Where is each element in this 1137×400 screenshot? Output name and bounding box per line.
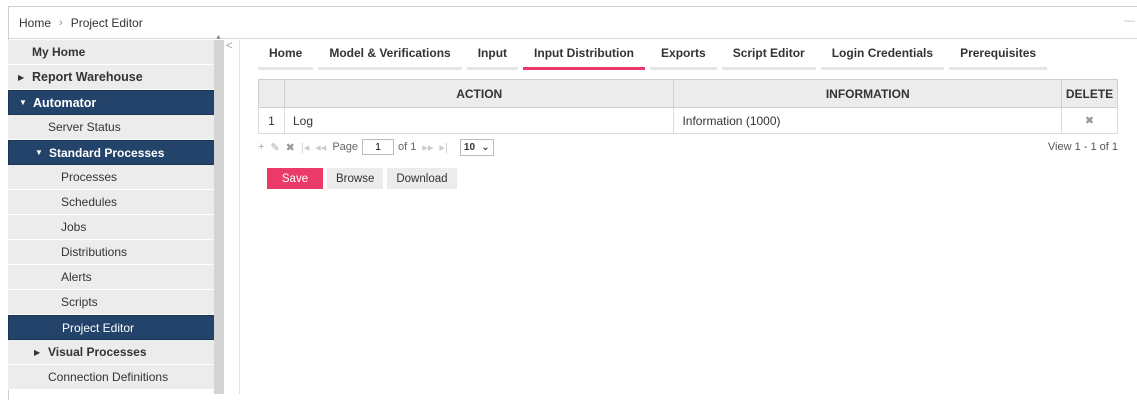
sidebar-item-alerts[interactable]: Alerts bbox=[8, 265, 215, 290]
sidebar-item-distributions[interactable]: Distributions bbox=[8, 240, 215, 265]
sidebar-item-processes[interactable]: Processes bbox=[8, 165, 215, 190]
sidebar-item-server-status[interactable]: Server Status bbox=[8, 115, 215, 140]
page-size-value: 10 bbox=[463, 141, 476, 153]
tab-login-credentials[interactable]: Login Credentials bbox=[820, 46, 945, 70]
sidebar-item-standard-processes[interactable]: ▼ Standard Processes bbox=[8, 140, 215, 165]
sidebar-item-label: Visual Processes bbox=[48, 345, 147, 359]
distribution-grid: ACTION INFORMATION DELETE 1 Log Informat… bbox=[258, 79, 1118, 134]
sidebar-item-schedules[interactable]: Schedules bbox=[8, 190, 215, 215]
tab-model-verifications[interactable]: Model & Verifications bbox=[318, 46, 462, 70]
sidebar-item-label: Project Editor bbox=[62, 320, 135, 335]
sidebar-item-jobs[interactable]: Jobs bbox=[8, 215, 215, 240]
sidebar-item-label: Schedules bbox=[61, 195, 118, 209]
breadcrumb-current: Project Editor bbox=[70, 15, 143, 30]
page-count-label: of 1 bbox=[398, 141, 417, 153]
row-number: 1 bbox=[258, 107, 285, 134]
cell-action[interactable]: Log bbox=[283, 107, 675, 134]
breadcrumb-separator: › bbox=[59, 16, 63, 29]
caret-down-icon: ▼ bbox=[19, 98, 27, 107]
grid-pager: + ✎ ✖ |◂ ◂◂ Page of 1 ▸▸ ▸| 10 ⌄ View 1 … bbox=[258, 136, 1118, 158]
breadcrumb-home[interactable]: Home bbox=[19, 16, 51, 30]
table-row[interactable]: 1 Log Information (1000) ✖ bbox=[258, 107, 1118, 134]
browse-button[interactable]: Browse bbox=[327, 168, 384, 189]
add-row-icon[interactable]: + bbox=[258, 141, 264, 153]
divider bbox=[239, 40, 240, 394]
delete-row-icon[interactable]: ✖ bbox=[1061, 107, 1118, 134]
action-buttons: Save Browse Download bbox=[267, 168, 1123, 189]
sidebar-item-label: Distributions bbox=[61, 245, 128, 259]
collapse-sidebar-icon[interactable]: < bbox=[226, 40, 232, 52]
breadcrumb: Home › Project Editor bbox=[9, 7, 1137, 39]
chevron-down-icon: ⌄ bbox=[481, 141, 490, 153]
save-button[interactable]: Save bbox=[267, 168, 323, 189]
main-content: Home Model & Verifications Input Input D… bbox=[258, 40, 1123, 189]
caret-right-icon: ▶ bbox=[18, 72, 25, 82]
next-page-icon[interactable]: ▸▸ bbox=[422, 141, 433, 154]
sidebar-item-visual-processes[interactable]: ▶ Visual Processes bbox=[8, 340, 215, 365]
sidebar-item-label: Report Warehouse bbox=[32, 70, 143, 84]
edit-row-icon[interactable]: ✎ bbox=[270, 141, 279, 154]
prev-page-icon[interactable]: ◂◂ bbox=[315, 141, 326, 154]
sidebar-item-label: Alerts bbox=[61, 270, 92, 284]
caret-down-icon: ▼ bbox=[35, 148, 43, 157]
download-button[interactable]: Download bbox=[387, 168, 457, 189]
tab-input-distribution[interactable]: Input Distribution bbox=[523, 46, 646, 70]
sidebar-item-scripts[interactable]: Scripts bbox=[8, 290, 215, 315]
first-page-icon[interactable]: |◂ bbox=[301, 141, 309, 154]
sidebar-item-project-editor[interactable]: Project Editor bbox=[8, 315, 215, 340]
sidebar-item-report-warehouse[interactable]: ▶ Report Warehouse bbox=[8, 65, 215, 90]
caret-right-icon: ▶ bbox=[34, 347, 41, 357]
scroll-up-icon[interactable]: ▲ bbox=[215, 34, 222, 41]
sidebar-item-label: Automator bbox=[33, 95, 97, 110]
sidebar-item-automator[interactable]: ▼ Automator bbox=[8, 90, 215, 115]
sidebar-item-label: Processes bbox=[61, 170, 118, 184]
tab-exports[interactable]: Exports bbox=[650, 46, 717, 70]
page-label: Page bbox=[332, 141, 359, 153]
sidebar-item-connection-definitions[interactable]: Connection Definitions bbox=[8, 365, 215, 390]
sidebar-item-label: Server Status bbox=[48, 120, 121, 134]
last-page-icon[interactable]: ▸| bbox=[439, 141, 447, 154]
sidebar-item-label: My Home bbox=[32, 45, 86, 59]
sidebar-item-my-home[interactable]: My Home bbox=[8, 40, 215, 65]
tab-input[interactable]: Input bbox=[466, 46, 519, 70]
delete-row-icon[interactable]: ✖ bbox=[286, 141, 295, 154]
page-size-select[interactable]: 10 ⌄ bbox=[459, 138, 494, 156]
minimize-icon[interactable]: — bbox=[1124, 15, 1135, 27]
tab-home[interactable]: Home bbox=[258, 46, 314, 70]
view-records-text: View 1 - 1 of 1 bbox=[1047, 141, 1118, 153]
tab-script-editor[interactable]: Script Editor bbox=[721, 46, 816, 70]
column-header-information[interactable]: INFORMATION bbox=[673, 79, 1062, 108]
page-number-input[interactable] bbox=[362, 139, 395, 155]
sidebar-item-label: Standard Processes bbox=[49, 145, 165, 160]
sidebar-item-label: Jobs bbox=[61, 220, 87, 234]
sidebar: My Home ▶ Report Warehouse ▼ Automator S… bbox=[8, 40, 215, 394]
column-header-number bbox=[258, 79, 285, 108]
grid-header-row: ACTION INFORMATION DELETE bbox=[258, 79, 1118, 108]
cell-information[interactable]: Information (1000) bbox=[673, 107, 1062, 134]
tab-prerequisites[interactable]: Prerequisites bbox=[949, 46, 1048, 70]
sidebar-scrollbar[interactable]: ▲ bbox=[214, 34, 224, 394]
sidebar-item-label: Scripts bbox=[61, 295, 98, 309]
sidebar-item-label: Connection Definitions bbox=[48, 370, 169, 384]
column-header-delete: DELETE bbox=[1061, 79, 1118, 108]
tab-bar: Home Model & Verifications Input Input D… bbox=[258, 40, 1123, 70]
column-header-action[interactable]: ACTION bbox=[283, 79, 675, 108]
